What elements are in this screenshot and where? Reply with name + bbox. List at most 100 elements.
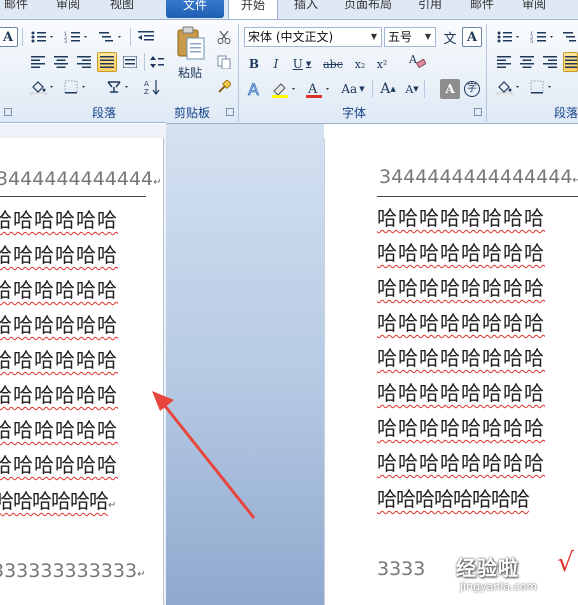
clear-formatting-button[interactable]: A (406, 50, 428, 70)
justify-icon (564, 56, 577, 68)
borders-button[interactable] (528, 77, 558, 97)
svg-text:A: A (248, 80, 259, 98)
chinese-layout-button[interactable] (104, 77, 134, 97)
phonetic-guide-button[interactable]: 文 (440, 27, 460, 47)
bold-button[interactable]: B (244, 54, 264, 74)
right-tabstrip: 文件 开始 插入 页面布局 引用 邮件 审阅 (166, 0, 578, 20)
align-right-button[interactable] (74, 52, 94, 72)
decrease-indent-button[interactable] (136, 27, 156, 47)
underline-button[interactable]: U ▼ (288, 54, 316, 74)
align-right-button[interactable] (540, 52, 560, 72)
sort-button[interactable]: AZ (142, 77, 162, 97)
body-line: 哈哈哈哈哈哈 (0, 208, 118, 232)
left-word-window: 邮件 审阅 视图 A 123 A Z 段落 3444444444444↵ 哈哈哈… (0, 0, 166, 605)
highlighter-icon (272, 83, 295, 98)
justify-button[interactable] (97, 52, 117, 72)
align-center-button[interactable] (51, 52, 71, 72)
header-text-line: 3444444444444↵ (0, 168, 162, 190)
tab-mailings[interactable]: 邮件 (470, 0, 494, 12)
numbering-button[interactable]: 123 (62, 27, 92, 47)
align-left-icon (31, 56, 45, 68)
numbering-icon: 123 (530, 31, 553, 44)
font-size-combo[interactable]: 五号 ▼ (384, 27, 436, 47)
multilevel-list-icon (99, 32, 121, 42)
grow-font-icon: A (380, 81, 391, 97)
body-line: 哈哈哈哈哈哈 (0, 313, 118, 337)
enclose-characters-icon: 字 (464, 81, 480, 97)
subscript-button[interactable]: x₂ (350, 54, 370, 74)
chevron-down-icon[interactable]: ▼ (421, 28, 435, 46)
character-border-button[interactable]: A (462, 27, 482, 47)
footer-text: 333333333333 (0, 560, 138, 582)
tab-home[interactable]: 开始 (228, 0, 278, 19)
body-line: 哈哈哈哈哈哈哈哈 (377, 206, 545, 230)
distributed-button[interactable] (120, 52, 140, 72)
clipboard-dialog-launcher-icon[interactable] (226, 108, 234, 116)
chevron-down-icon: ▼ (359, 85, 365, 93)
tab-view[interactable]: 视图 (110, 0, 134, 12)
shrink-font-button[interactable]: A ▼ (402, 79, 422, 99)
tab-insert[interactable]: 插入 (294, 0, 318, 12)
borders-button[interactable] (62, 77, 92, 97)
align-left-button[interactable] (494, 52, 514, 72)
body-line: 哈哈哈哈哈哈哈哈 (377, 451, 545, 475)
shading-button[interactable] (494, 77, 524, 97)
body-line: 哈哈哈哈哈哈 (0, 243, 118, 267)
header-text: 3444444444444444 (379, 166, 573, 188)
font-name-combo[interactable]: 宋体 (中文正文) ▼ (244, 27, 382, 47)
character-border-icon: A (466, 29, 478, 45)
shading-button[interactable] (28, 77, 58, 97)
align-center-button[interactable] (517, 52, 537, 72)
text-effects-button[interactable]: A (244, 79, 266, 99)
justify-button[interactable] (563, 52, 578, 72)
copy-button[interactable] (214, 52, 234, 72)
tab-file[interactable]: 文件 (166, 0, 224, 18)
cut-button[interactable] (214, 27, 234, 47)
right-ribbon: 文件 开始 插入 页面布局 引用 邮件 审阅 粘贴 剪贴板 宋体 (中文正文) … (166, 0, 578, 124)
bullets-button[interactable] (28, 27, 58, 47)
enclose-characters-button[interactable]: 字 (462, 79, 482, 99)
align-right-icon (543, 56, 557, 68)
change-case-button[interactable]: Aa ▼ (338, 79, 368, 99)
line-spacing-icon (150, 56, 164, 68)
svg-text:Z: Z (144, 88, 149, 95)
watermark-url: jingyanla.com (460, 580, 538, 593)
body-line: 哈哈哈哈哈哈 (0, 278, 118, 302)
superscript-button[interactable]: x² (372, 54, 392, 74)
line-spacing-button[interactable] (148, 52, 166, 72)
tab-mailings[interactable]: 邮件 (4, 0, 28, 12)
tab-page-layout[interactable]: 页面布局 (344, 0, 392, 12)
paragraph-mark: ↵ (108, 500, 116, 511)
borders-icon (530, 80, 551, 94)
header-rule (377, 196, 578, 197)
decrease-indent-icon (138, 31, 154, 41)
change-case-label: Aa (341, 82, 358, 96)
align-left-button[interactable] (28, 52, 48, 72)
tab-review[interactable]: 审阅 (522, 0, 546, 12)
italic-button[interactable]: I (266, 54, 286, 74)
tab-review[interactable]: 审阅 (56, 0, 80, 12)
strikethrough-button[interactable]: abc (320, 54, 346, 74)
phonetic-guide-icon: 文 (443, 31, 457, 47)
paragraph-mark: ↵ (153, 177, 162, 188)
paragraph-mark: ↵ (572, 175, 578, 186)
chevron-down-icon[interactable]: ▼ (367, 28, 381, 46)
bullets-button[interactable] (494, 27, 524, 47)
header-text: 3444444444444 (0, 168, 154, 190)
paste-button[interactable]: 粘贴 (174, 26, 210, 80)
character-shading-button[interactable]: A (440, 79, 460, 99)
highlight-button[interactable] (270, 79, 300, 99)
font-dialog-launcher-icon[interactable] (474, 108, 482, 116)
format-painter-button[interactable] (214, 77, 234, 97)
grow-font-button[interactable]: A ▲ (378, 79, 398, 99)
multilevel-list-button[interactable] (96, 27, 126, 47)
body-line: 哈哈哈哈哈哈 (0, 383, 118, 407)
clear-formatting-button[interactable]: A (0, 27, 18, 47)
tab-references[interactable]: 引用 (418, 0, 442, 12)
chevron-down-icon: ▼ (305, 60, 312, 68)
multilevel-list-button[interactable] (560, 27, 578, 47)
font-color-button[interactable]: A (304, 79, 334, 99)
font-dialog-launcher-icon[interactable] (4, 108, 12, 116)
numbering-button[interactable]: 123 (528, 27, 558, 47)
body-line: 哈哈哈哈哈哈哈哈 (377, 416, 545, 440)
